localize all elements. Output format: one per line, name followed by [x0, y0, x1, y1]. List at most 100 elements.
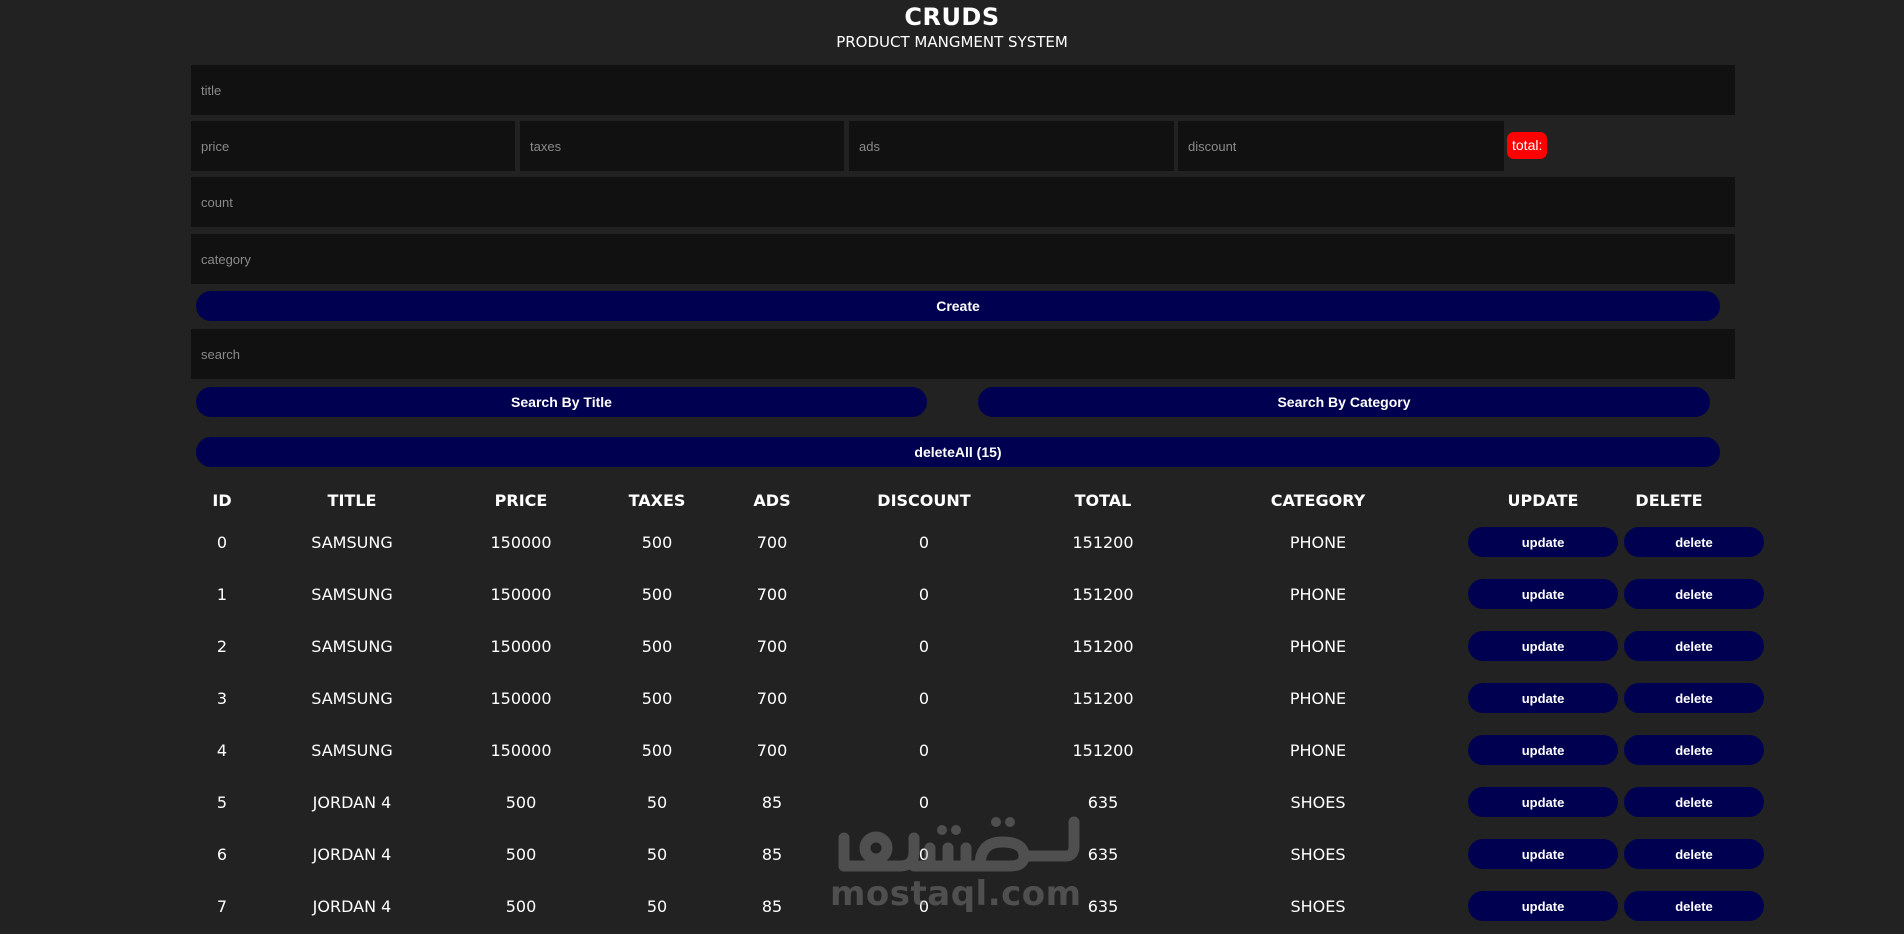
cell-discount: 0	[918, 844, 930, 864]
cell-id: 1	[216, 584, 228, 604]
cell-taxes: 500	[641, 532, 673, 552]
ads-input[interactable]	[849, 121, 1174, 171]
cell-id: 0	[216, 532, 228, 552]
cell-discount: 0	[918, 688, 930, 708]
cell-total: 151200	[1072, 688, 1134, 708]
cell-id: 6	[216, 844, 228, 864]
cell-delete: delete	[1624, 672, 1764, 724]
page-title: CRUDS	[904, 3, 1000, 31]
col-header-title: TITLE	[327, 490, 377, 510]
create-button[interactable]: Create	[196, 291, 1720, 321]
delete-button[interactable]: delete	[1624, 527, 1764, 557]
cell-title: SAMSUNG	[311, 688, 393, 708]
cell-delete: delete	[1624, 568, 1764, 620]
col-header-discount: DISCOUNT	[877, 490, 971, 510]
cell-category: PHONE	[1289, 740, 1347, 760]
cell-update: update	[1462, 672, 1624, 724]
col-header-price: PRICE	[494, 490, 548, 510]
cell-discount: 0	[918, 896, 930, 916]
cell-title: SAMSUNG	[311, 740, 393, 760]
cell-title: SAMSUNG	[311, 584, 393, 604]
cell-update: update	[1462, 724, 1624, 776]
cell-ads: 700	[756, 584, 788, 604]
cell-category: SHOES	[1290, 844, 1346, 864]
update-button[interactable]: update	[1468, 787, 1618, 817]
update-button[interactable]: update	[1468, 735, 1618, 765]
update-button[interactable]: update	[1468, 683, 1618, 713]
cell-category: PHONE	[1289, 532, 1347, 552]
cell-update: update	[1462, 568, 1624, 620]
table-row: 6 JORDAN 4 500 50 85 0 635 SHOES update …	[196, 828, 1764, 880]
cell-update: update	[1462, 620, 1624, 672]
cell-price: 500	[505, 896, 537, 916]
cell-price: 500	[505, 792, 537, 812]
update-button[interactable]: update	[1468, 631, 1618, 661]
col-header-total: TOTAL	[1074, 490, 1132, 510]
delete-button[interactable]: delete	[1624, 631, 1764, 661]
cell-delete: delete	[1624, 880, 1764, 932]
cell-category: PHONE	[1289, 636, 1347, 656]
cell-price: 150000	[490, 740, 552, 760]
cell-price: 150000	[490, 688, 552, 708]
cell-id: 2	[216, 636, 228, 656]
search-input[interactable]	[191, 329, 1735, 379]
title-input[interactable]	[191, 65, 1735, 115]
table-row: 4 SAMSUNG 150000 500 700 0 151200 PHONE …	[196, 724, 1764, 776]
col-header-id: ID	[212, 490, 232, 510]
cell-total: 151200	[1072, 636, 1134, 656]
delete-all-button[interactable]: deleteAll (15)	[196, 437, 1720, 467]
cell-taxes: 500	[641, 740, 673, 760]
cell-ads: 700	[756, 636, 788, 656]
table-row: 0 SAMSUNG 150000 500 700 0 151200 PHONE …	[196, 516, 1764, 568]
table-row: 2 SAMSUNG 150000 500 700 0 151200 PHONE …	[196, 620, 1764, 672]
cell-title: JORDAN 4	[312, 792, 392, 812]
col-header-ads: ADS	[753, 490, 791, 510]
category-input[interactable]	[191, 234, 1735, 284]
delete-button[interactable]: delete	[1624, 787, 1764, 817]
count-input[interactable]	[191, 177, 1735, 227]
cell-total: 635	[1087, 792, 1119, 812]
delete-button[interactable]: delete	[1624, 683, 1764, 713]
cell-delete: delete	[1624, 776, 1764, 828]
cell-update: update	[1462, 516, 1624, 568]
cell-taxes: 50	[646, 896, 668, 916]
col-header-update: UPDATE	[1507, 490, 1579, 510]
cell-discount: 0	[918, 636, 930, 656]
delete-button[interactable]: delete	[1624, 891, 1764, 921]
cell-id: 7	[216, 896, 228, 916]
cell-price: 150000	[490, 636, 552, 656]
search-by-title-button[interactable]: Search By Title	[196, 387, 927, 417]
delete-button[interactable]: delete	[1624, 839, 1764, 869]
cell-delete: delete	[1624, 724, 1764, 776]
page-subtitle: PRODUCT MANGMENT SYSTEM	[836, 33, 1068, 51]
cell-discount: 0	[918, 740, 930, 760]
table-header-row: ID TITLE PRICE TAXES ADS DISCOUNT TOTAL …	[196, 484, 1714, 516]
cell-taxes: 50	[646, 844, 668, 864]
delete-button[interactable]: delete	[1624, 735, 1764, 765]
table-row: 3 SAMSUNG 150000 500 700 0 151200 PHONE …	[196, 672, 1764, 724]
discount-input[interactable]	[1178, 121, 1504, 171]
cell-total: 635	[1087, 896, 1119, 916]
cell-title: SAMSUNG	[311, 636, 393, 656]
update-button[interactable]: update	[1468, 527, 1618, 557]
cell-id: 4	[216, 740, 228, 760]
update-button[interactable]: update	[1468, 891, 1618, 921]
cell-taxes: 500	[641, 584, 673, 604]
cell-category: SHOES	[1290, 896, 1346, 916]
products-table: ID TITLE PRICE TAXES ADS DISCOUNT TOTAL …	[196, 484, 1764, 932]
cell-ads: 700	[756, 740, 788, 760]
cell-ads: 700	[756, 688, 788, 708]
delete-button[interactable]: delete	[1624, 579, 1764, 609]
cell-total: 151200	[1072, 740, 1134, 760]
cell-update: update	[1462, 880, 1624, 932]
update-button[interactable]: update	[1468, 839, 1618, 869]
taxes-input[interactable]	[520, 121, 844, 171]
total-badge: total:	[1507, 132, 1547, 159]
cell-taxes: 500	[641, 636, 673, 656]
cell-delete: delete	[1624, 620, 1764, 672]
cell-update: update	[1462, 776, 1624, 828]
search-by-category-button[interactable]: Search By Category	[978, 387, 1710, 417]
cell-discount: 0	[918, 792, 930, 812]
update-button[interactable]: update	[1468, 579, 1618, 609]
price-input[interactable]	[191, 121, 515, 171]
